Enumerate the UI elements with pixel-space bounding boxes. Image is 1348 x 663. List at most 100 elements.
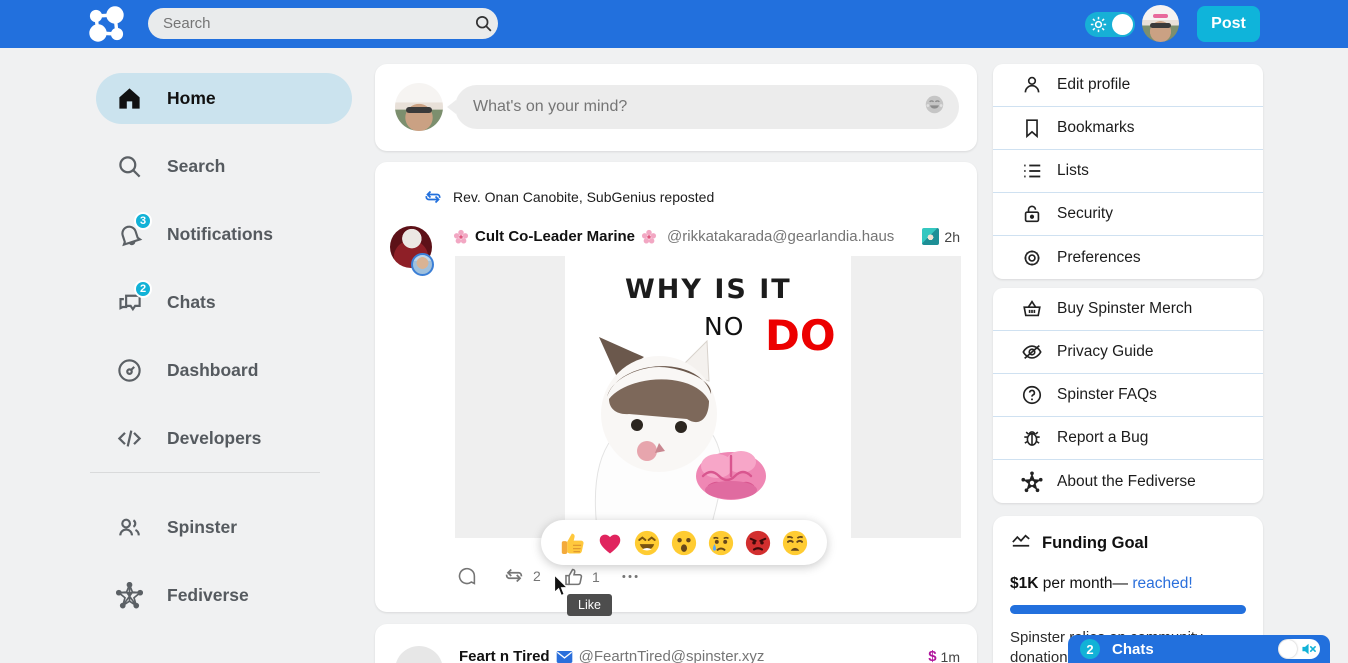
funding-dash: —: [1113, 575, 1133, 592]
menu-item-label: Lists: [1057, 162, 1089, 180]
dollar-custom-emoji: $: [928, 648, 936, 663]
post-author-avatar[interactable]: [395, 646, 443, 663]
sidebar-item-fediverse[interactable]: Fediverse: [96, 570, 352, 621]
surprised-emoji[interactable]: [670, 529, 698, 557]
more-options-button[interactable]: [618, 566, 642, 587]
post-timestamp[interactable]: 2h: [922, 228, 960, 245]
sidebar-item-spinster[interactable]: Spinster: [96, 502, 352, 553]
menu-item-report-bug[interactable]: Report a Bug: [993, 417, 1263, 460]
spinster-logo-icon[interactable]: [88, 6, 126, 42]
reposter-avatar[interactable]: [411, 253, 434, 276]
sidebar-item-chats[interactable]: 2 Chats: [96, 277, 352, 328]
menu-item-label: Buy Spinster Merch: [1057, 300, 1192, 318]
sidebar-item-notifications[interactable]: 3 Notifications: [96, 209, 352, 260]
person-icon: [1021, 74, 1043, 96]
post-timestamp[interactable]: $ 1m: [928, 648, 960, 663]
brain-emoji-icon: [693, 446, 769, 502]
post-author-name[interactable]: Cult Co-Leader Marine: [475, 228, 635, 245]
speech-tail: [447, 100, 456, 114]
menu-item-label: Spinster FAQs: [1057, 386, 1157, 404]
sidebar-item-search[interactable]: Search: [96, 141, 352, 192]
crying-emoji[interactable]: [707, 529, 735, 557]
shopping-basket-icon: [1021, 298, 1043, 320]
funding-amount-value: $1K: [1010, 575, 1038, 592]
reaction-picker: [541, 520, 827, 565]
thumbs-up-emoji[interactable]: [559, 529, 587, 557]
search-icon[interactable]: [468, 14, 498, 33]
comment-button[interactable]: [456, 566, 477, 587]
post-header: Feart n Tired @FeartnTired@spinster.xyz: [459, 648, 764, 663]
search-input[interactable]: [148, 15, 468, 32]
repost-icon: [423, 188, 443, 206]
menu-item-label: Security: [1057, 205, 1113, 223]
bug-icon: [1021, 427, 1043, 449]
menu-item-preferences[interactable]: Preferences: [993, 236, 1263, 279]
funding-period: per month: [1038, 575, 1112, 592]
current-user-avatar[interactable]: [1142, 5, 1179, 42]
red-heart-emoji[interactable]: [596, 529, 624, 557]
weary-emoji[interactable]: [781, 529, 809, 557]
gear-icon: [1021, 247, 1043, 269]
bell-icon: 3: [116, 221, 143, 248]
compose-placeholder: What's on your mind?: [455, 98, 924, 116]
notifications-count-badge: 3: [134, 212, 152, 230]
like-button[interactable]: 1: [563, 566, 600, 587]
light-dark-mode-toggle[interactable]: [1085, 12, 1135, 37]
post-action-bar: 2 1: [375, 562, 977, 602]
sidebar-item-dashboard[interactable]: Dashboard: [96, 345, 352, 396]
menu-item-edit-profile[interactable]: Edit profile: [993, 64, 1263, 107]
menu-item-faqs[interactable]: Spinster FAQs: [993, 374, 1263, 417]
menu-item-label: Bookmarks: [1057, 119, 1135, 137]
menu-item-label: Privacy Guide: [1057, 343, 1153, 361]
angry-emoji[interactable]: [744, 529, 772, 557]
chats-unread-badge: 2: [1080, 639, 1100, 659]
laughing-emoji[interactable]: [633, 529, 661, 557]
post-author-handle[interactable]: @FeartnTired@spinster.xyz: [579, 648, 765, 663]
post-author-name[interactable]: Feart n Tired: [459, 648, 550, 663]
menu-item-security[interactable]: Security: [993, 193, 1263, 236]
menu-item-privacy-guide[interactable]: Privacy Guide: [993, 331, 1263, 374]
sidebar-item-home[interactable]: Home: [96, 73, 352, 124]
sidebar-item-developers[interactable]: Developers: [96, 413, 352, 464]
post-author-handle[interactable]: @rikkatakarada@gearlandia.haus: [667, 228, 894, 245]
post-header: Cult Co-Leader Marine @rikkatakarada@gea…: [453, 228, 894, 245]
meme-text-line1: WHY IS IT: [625, 274, 792, 305]
menu-item-label: About the Fediverse: [1057, 473, 1196, 491]
chats-count-badge: 2: [134, 280, 152, 298]
meme-image: WHY IS IT NO DO: [565, 256, 851, 538]
repost-button[interactable]: 2: [503, 566, 541, 585]
bookmark-icon: [1021, 117, 1043, 139]
funding-reached-link[interactable]: reached!: [1132, 575, 1192, 592]
sidebar-item-label: Home: [167, 88, 216, 109]
laughing-tears-emoji-icon[interactable]: [924, 94, 945, 120]
compose-input[interactable]: What's on your mind?: [455, 85, 959, 129]
repost-icon: [503, 566, 525, 585]
search-icon: [116, 153, 143, 180]
compose-card: What's on your mind?: [375, 64, 977, 151]
spinster-app: Post Home Search 3 Notifications 2 Chats: [0, 0, 1348, 663]
menu-item-bookmarks[interactable]: Bookmarks: [993, 107, 1263, 150]
toggle-knob: [1279, 640, 1297, 658]
sidebar-item-label: Search: [167, 156, 225, 177]
code-icon: [116, 425, 143, 452]
menu-item-merch[interactable]: Buy Spinster Merch: [993, 288, 1263, 331]
lock-icon: [1021, 203, 1043, 225]
thumbs-up-icon: [563, 566, 584, 587]
post-card: Rev. Onan Canobite, SubGenius reposted C…: [375, 162, 977, 612]
menu-item-about-fediverse[interactable]: About the Fediverse: [993, 460, 1263, 503]
funding-progress-bar: [1010, 605, 1246, 614]
chats-dock-label: Chats: [1112, 641, 1278, 658]
chats-mute-toggle[interactable]: [1278, 639, 1320, 659]
menu-item-label: Report a Bug: [1057, 429, 1148, 447]
home-icon: [116, 85, 143, 112]
post-button[interactable]: Post: [1197, 6, 1260, 42]
menu-item-lists[interactable]: Lists: [993, 150, 1263, 193]
funding-goal-amount: $1K per month— reached!: [1010, 575, 1246, 593]
trend-chart-icon: [1010, 533, 1032, 553]
meme-text-line3: DO: [765, 311, 836, 360]
timestamp-text: 1m: [941, 649, 960, 663]
post-media-image[interactable]: WHY IS IT NO DO: [455, 256, 961, 538]
chats-dock-bar[interactable]: 2 Chats: [1068, 635, 1330, 663]
sidebar-item-label: Fediverse: [167, 585, 249, 606]
compose-user-avatar[interactable]: [395, 83, 443, 131]
